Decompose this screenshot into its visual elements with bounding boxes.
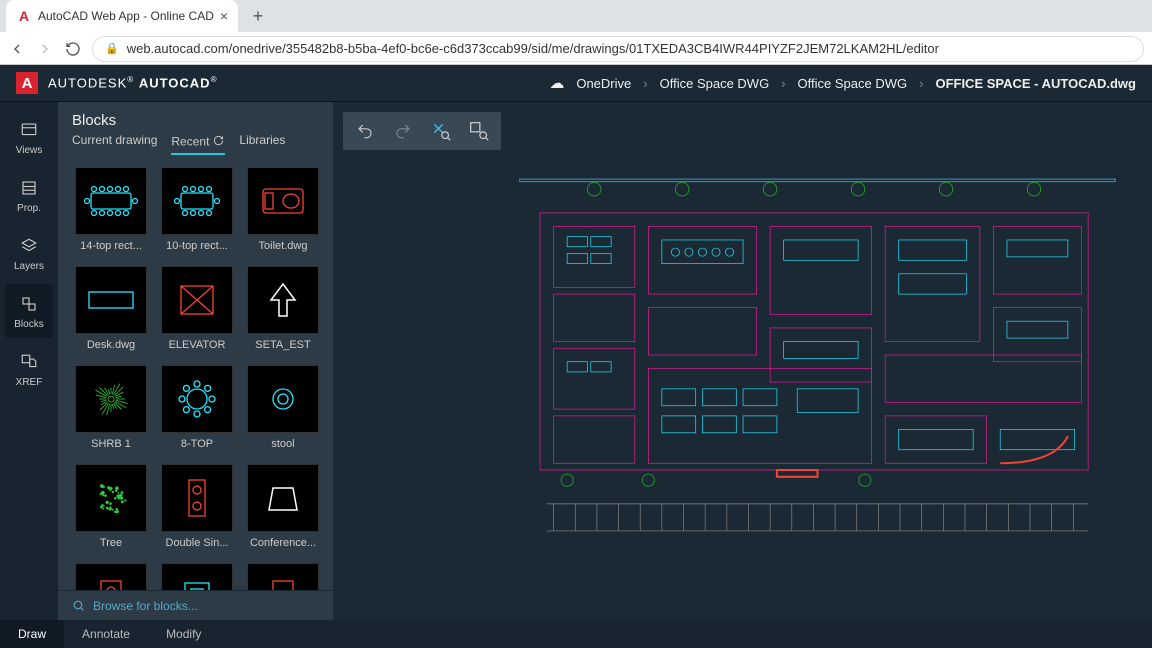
- block-label: Toilet.dwg: [245, 240, 321, 252]
- rail-prop[interactable]: Prop.: [5, 168, 53, 222]
- block-label: Double Sin...: [159, 537, 235, 549]
- block-label: 10-top rect...: [159, 240, 235, 252]
- panel-tab-libraries[interactable]: Libraries: [239, 133, 285, 155]
- browse-blocks-button[interactable]: Browse for blocks...: [58, 590, 333, 620]
- layers-icon: [18, 235, 40, 257]
- block-desk[interactable]: Desk.dwg: [72, 266, 150, 351]
- reload-button[interactable]: [64, 40, 82, 58]
- chevron-right-icon: ›: [643, 76, 647, 91]
- block-thumbnail: [75, 167, 147, 235]
- footer-tab-draw[interactable]: Draw: [0, 620, 64, 648]
- breadcrumb-item[interactable]: OFFICE SPACE - AUTOCAD.dwg: [935, 76, 1136, 91]
- block-thumbnail: [75, 563, 147, 591]
- block-label: stool: [245, 438, 321, 450]
- block-thumbnail: [75, 464, 147, 532]
- block-label: 14-top rect...: [73, 240, 149, 252]
- block-grid: 14-top rect... 10-top rect... Toilet.dwg De…: [72, 167, 325, 591]
- block-label: SHRB 1: [73, 438, 149, 450]
- footer-tab-modify[interactable]: Modify: [148, 620, 219, 648]
- block-label: 8-TOP: [159, 438, 235, 450]
- footer-tabs: DrawAnnotateModify: [0, 620, 1152, 648]
- breadcrumb-item[interactable]: Office Space DWG: [798, 76, 908, 91]
- block-conf[interactable]: Conference...: [244, 464, 322, 549]
- url-text: web.autocad.com/onedrive/355482b8-b5ba-4…: [127, 41, 939, 56]
- block-thumbnail: [161, 266, 233, 334]
- tab-title: AutoCAD Web App - Online CAD: [38, 9, 214, 23]
- panel-tabs: Current drawing Recent Libraries: [58, 133, 333, 161]
- block-label: SETA_EST: [245, 339, 321, 351]
- block-label: ELEVATOR: [159, 339, 235, 351]
- prop-icon: [18, 177, 40, 199]
- block-thumbnail: [247, 266, 319, 334]
- block-thumbnail: [247, 167, 319, 235]
- block-thumbnail: [75, 365, 147, 433]
- block-thumbnail: [161, 365, 233, 433]
- xref-icon: [18, 351, 40, 373]
- block-round8[interactable]: 8-TOP: [158, 365, 236, 450]
- block-thumbnail: [247, 365, 319, 433]
- panel-tab-recent[interactable]: Recent: [171, 133, 225, 155]
- block-thumbnail: [247, 563, 319, 591]
- block-box-c[interactable]: Box2: [158, 563, 236, 591]
- zoom-window-button[interactable]: [465, 117, 493, 145]
- back-button[interactable]: [8, 40, 26, 58]
- block-thumbnail: [161, 464, 233, 532]
- block-thumbnail: [161, 563, 233, 591]
- quick-tools: [343, 112, 501, 150]
- blocks-icon: [18, 293, 40, 315]
- block-thumbnail: [75, 266, 147, 334]
- chevron-right-icon: ›: [781, 76, 785, 91]
- left-rail: ViewsProp.LayersBlocksXREF: [0, 102, 58, 620]
- browser-tab[interactable]: A AutoCAD Web App - Online CAD ×: [6, 0, 238, 32]
- block-table14[interactable]: 14-top rect...: [72, 167, 150, 252]
- block-label: Desk.dwg: [73, 339, 149, 351]
- close-tab-icon[interactable]: ×: [220, 8, 228, 24]
- block-table10[interactable]: 10-top rect...: [158, 167, 236, 252]
- footer-tab-annotate[interactable]: Annotate: [64, 620, 148, 648]
- redo-button[interactable]: [389, 117, 417, 145]
- forward-button[interactable]: [36, 40, 54, 58]
- blocks-panel: Blocks Current drawing Recent Libraries 14…: [58, 102, 333, 620]
- brand-text: AUTODESK® AUTOCAD®: [48, 75, 217, 90]
- undo-button[interactable]: [351, 117, 379, 145]
- block-box-r[interactable]: Box1: [72, 563, 150, 591]
- block-sink[interactable]: Double Sin...: [158, 464, 236, 549]
- cloud-icon: ☁: [549, 74, 564, 92]
- block-thumbnail: [161, 167, 233, 235]
- block-label: Conference...: [245, 537, 321, 549]
- new-tab-button[interactable]: +: [244, 2, 272, 30]
- block-box-r2[interactable]: Box3: [244, 563, 322, 591]
- address-bar[interactable]: 🔒 web.autocad.com/onedrive/355482b8-b5ba…: [92, 36, 1144, 62]
- chevron-right-icon: ›: [919, 76, 923, 91]
- block-toilet[interactable]: Toilet.dwg: [244, 167, 322, 252]
- block-shrub[interactable]: SHRB 1: [72, 365, 150, 450]
- browse-label: Browse for blocks...: [93, 599, 198, 613]
- breadcrumb-item[interactable]: OneDrive: [576, 76, 631, 91]
- zoom-extents-button[interactable]: [427, 117, 455, 145]
- panel-tab-current-drawing[interactable]: Current drawing: [72, 133, 157, 155]
- rail-xref[interactable]: XREF: [5, 342, 53, 396]
- block-stool[interactable]: stool: [244, 365, 322, 450]
- breadcrumb-item[interactable]: Office Space DWG: [660, 76, 770, 91]
- panel-title: Blocks: [58, 102, 333, 133]
- block-label: Tree: [73, 537, 149, 549]
- rail-layers[interactable]: Layers: [5, 226, 53, 280]
- autocad-favicon: A: [16, 8, 32, 24]
- drawing-canvas[interactable]: [333, 102, 1152, 620]
- rail-views[interactable]: Views: [5, 110, 53, 164]
- rail-blocks[interactable]: Blocks: [5, 284, 53, 338]
- block-arrow[interactable]: SETA_EST: [244, 266, 322, 351]
- block-elevator[interactable]: ELEVATOR: [158, 266, 236, 351]
- lock-icon: 🔒: [105, 42, 119, 55]
- app-header: A AUTODESK® AUTOCAD® ☁ OneDrive › Office…: [0, 65, 1152, 102]
- refresh-icon[interactable]: [211, 133, 225, 147]
- floor-plan-drawing: [513, 120, 1122, 590]
- autodesk-logo-icon: A: [16, 72, 38, 94]
- block-tree[interactable]: Tree: [72, 464, 150, 549]
- block-thumbnail: [247, 464, 319, 532]
- views-icon: [18, 119, 40, 141]
- breadcrumb: ☁ OneDrive › Office Space DWG › Office S…: [549, 74, 1136, 92]
